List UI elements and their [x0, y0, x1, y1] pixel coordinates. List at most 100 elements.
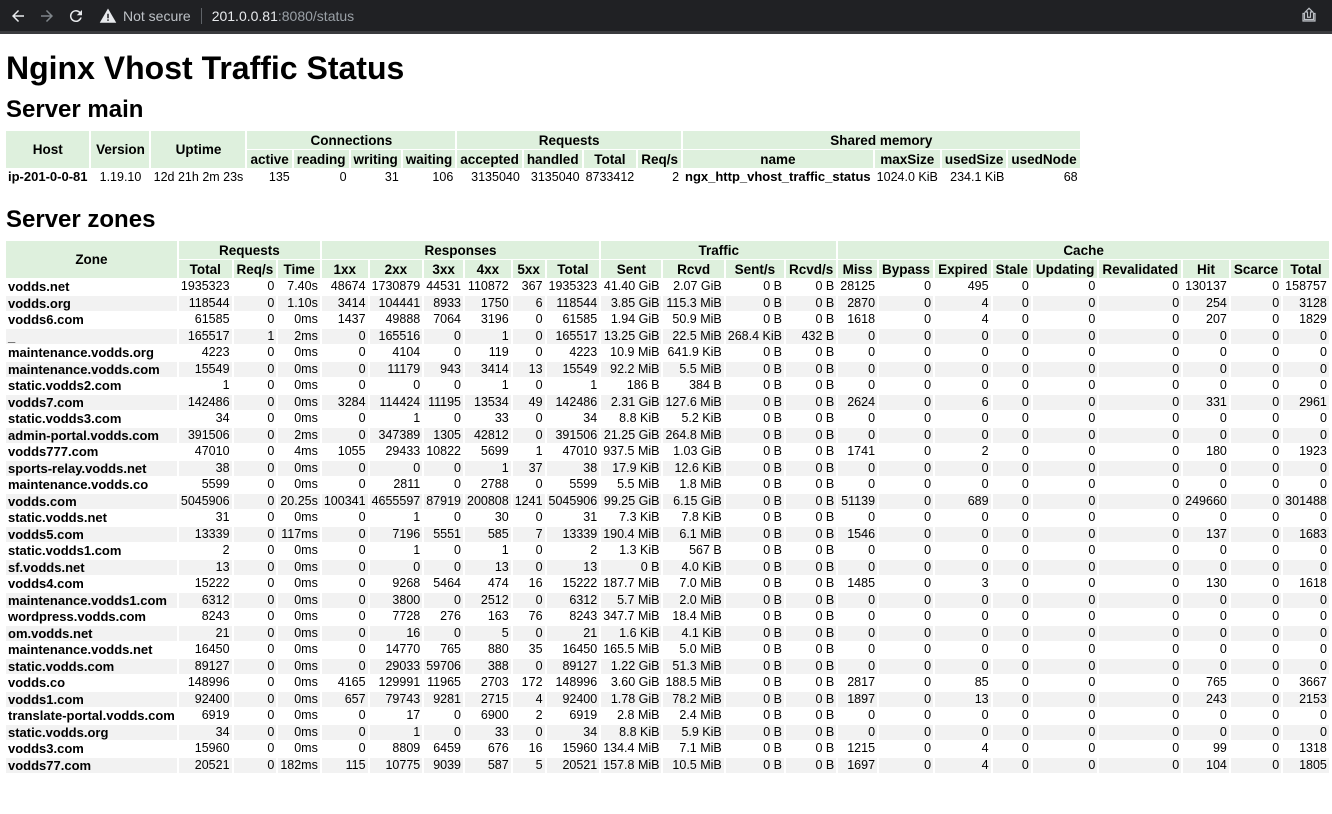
table-cell: 117ms [278, 526, 320, 542]
zone-name: vodds77.com [6, 757, 177, 773]
table-cell: 1935323 [548, 279, 598, 293]
table-cell: 17 [406, 708, 421, 722]
table-cell: 0 [424, 724, 463, 740]
table-cell: 765 [1206, 675, 1227, 689]
table-cell: 5.5 MiB [617, 477, 660, 491]
table-cell: 4223 [201, 345, 230, 359]
table-cell: 15549 [546, 361, 600, 377]
table-cell: 0 B [725, 394, 784, 410]
table-cell: 10822 [426, 444, 461, 458]
table-cell: 0 [1021, 411, 1029, 425]
table-cell: 0 B [815, 345, 835, 359]
table-cell: 0 [1272, 675, 1280, 689]
subheader-3xx: 3xx [424, 260, 463, 278]
table-cell: 0ms [278, 460, 320, 476]
table-row: vodds5.com 13339 0 117ms 0 7196 5551 585 7 13339 1… [6, 526, 1329, 542]
zone-name: _ [6, 328, 177, 344]
table-cell: 7.0 MiB [679, 576, 722, 590]
table-cell: 0 B [785, 592, 837, 608]
table-cell: 0 [535, 312, 543, 326]
reload-icon[interactable] [65, 5, 87, 27]
table-cell: 3135040 [471, 170, 520, 184]
table-cell: 0 [1021, 477, 1029, 491]
table-cell: 585 [465, 526, 511, 542]
table-cell: 2ms [278, 427, 320, 443]
table-cell: 20521 [178, 757, 232, 773]
table-cell: 0ms [278, 625, 320, 641]
zone-name: maintenance.vodds.net [8, 642, 153, 657]
table-cell: 0 [1032, 724, 1098, 740]
share-icon[interactable] [1300, 6, 1318, 24]
table-cell: 7.40s [287, 279, 318, 293]
status-page: Nginx Vhost Traffic Status Server main H… [0, 50, 1332, 774]
table-cell: 0 [1088, 609, 1096, 623]
table-cell: 3.60 GiB [610, 675, 660, 689]
table-cell: 148996 [555, 675, 598, 689]
table-cell: 0 [358, 741, 366, 755]
table-cell: 0 B [785, 427, 837, 443]
table-cell: 1 [590, 378, 598, 392]
table-cell: 0 [1021, 609, 1029, 623]
table-cell: 182ms [278, 757, 320, 773]
table-cell: 0 [992, 757, 1031, 773]
table-cell: 0 B [763, 543, 782, 557]
table-cell: 31 [583, 510, 598, 524]
table-cell: 0 [321, 328, 368, 344]
header-requests: Requests [457, 131, 682, 149]
table-cell: 0 [1230, 691, 1282, 707]
table-cell: 0 [233, 625, 277, 641]
table-cell: 0 B [725, 460, 784, 476]
table-cell: 114424 [369, 394, 423, 410]
table-cell: 0 [267, 576, 275, 590]
table-cell: 0 [233, 295, 277, 311]
table-cell: 0 B [815, 609, 835, 623]
table-cell: 8243 [569, 609, 598, 623]
table-cell: 0 B [763, 411, 782, 425]
table-cell: 0 [267, 642, 275, 656]
table-cell: 0 B [763, 378, 782, 392]
table-row: vodds.org 118544 0 1.10s 3414 104441 8933 1750 6… [6, 295, 1329, 311]
table-cell: 0 [267, 543, 275, 557]
table-cell: 21 [546, 625, 600, 641]
table-cell: 495 [967, 279, 989, 293]
table-cell: 0 [1272, 576, 1280, 590]
table-cell: 0 [1088, 279, 1096, 293]
table-cell: 0 [981, 345, 989, 359]
table-cell: 0 B [785, 526, 837, 542]
table-cell: 1 [501, 543, 509, 557]
table-cell: 0 B [815, 708, 835, 722]
zone-name: translate-portal.vodds.com [8, 708, 175, 723]
table-cell: 2 [222, 543, 230, 557]
table-cell: 7.8 KiB [681, 510, 722, 524]
warning-icon[interactable] [99, 7, 117, 25]
table-cell: 0 B [785, 361, 837, 377]
table-cell: 1.03 GiB [673, 444, 722, 458]
zone-name: om.vodds.net [6, 625, 177, 641]
url-path[interactable]: :8080/status [278, 8, 354, 24]
table-cell: 0 [924, 675, 932, 689]
table-cell: 0 [1021, 312, 1029, 326]
table-cell: 10.5 MiB [663, 757, 724, 773]
forward-arrow-icon[interactable] [36, 5, 58, 27]
address-bar[interactable]: Not secure 201.0.0.81 :8080/status [99, 3, 354, 29]
security-label[interactable]: Not secure [123, 8, 191, 24]
table-cell: 44531 [426, 279, 461, 293]
table-cell: 38 [546, 460, 600, 476]
table-cell: 6919 [569, 708, 598, 722]
table-cell: 0 [454, 378, 461, 392]
table-cell: 5699 [480, 444, 509, 458]
back-arrow-icon[interactable] [7, 5, 29, 27]
table-cell: 6.1 MiB [663, 526, 724, 542]
table-row: static.vodds2.com 1 0 0ms 0 0 0 1 0 1 186 B 384 B 0 … [6, 378, 1329, 394]
table-cell: 2811 [393, 477, 421, 491]
table-cell: 0 B [763, 510, 782, 524]
table-cell: 0 [924, 378, 932, 392]
table-cell: 0 [413, 378, 421, 392]
url-host[interactable]: 201.0.0.81 [212, 8, 278, 24]
table-cell: 0 [935, 361, 991, 377]
zone-name: vodds4.com [8, 576, 84, 591]
table-cell: 89127 [178, 658, 232, 674]
table-cell: 6 [935, 394, 991, 410]
table-cell: 13 [546, 559, 600, 575]
table-cell: 0 [1021, 510, 1029, 524]
